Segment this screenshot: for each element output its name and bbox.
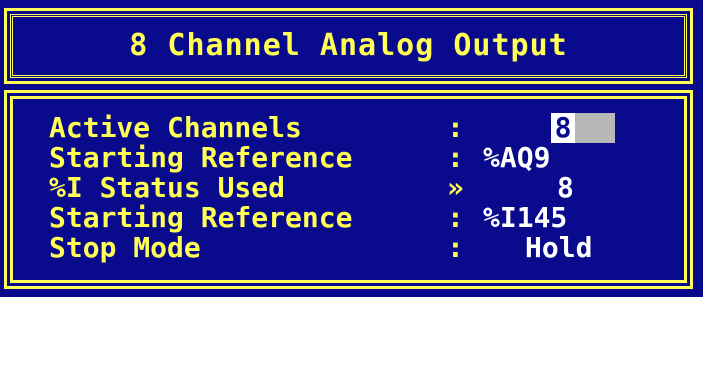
field-label: %I Status Used — [49, 171, 286, 204]
field-separator: : — [447, 231, 464, 264]
field-separator: : — [447, 201, 464, 234]
field-i-status-used[interactable]: %I Status Used » 8 — [49, 173, 574, 203]
field-label: Stop Mode — [49, 231, 201, 264]
field-label: Active Channels — [49, 111, 302, 144]
field-stop-mode[interactable]: Stop Mode : Hold — [49, 233, 592, 263]
field-starting-reference-aq[interactable]: Starting Reference : %AQ9 — [49, 143, 550, 173]
config-panel: Active Channels : 8 Starting Reference :… — [4, 90, 693, 289]
active-channels-value[interactable]: 8 — [551, 113, 575, 143]
starting-reference-i-value[interactable]: %I145 — [483, 203, 567, 233]
field-active-channels: Active Channels : 8 — [49, 113, 615, 143]
field-label: Starting Reference — [49, 141, 353, 174]
stop-mode-value[interactable]: Hold — [525, 233, 592, 263]
page-title: 8 Channel Analog Output — [129, 28, 568, 63]
field-starting-reference-i[interactable]: Starting Reference : %I145 — [49, 203, 567, 233]
i-status-used-value[interactable]: 8 — [557, 173, 574, 203]
field-separator: : — [447, 111, 464, 144]
active-channels-input[interactable]: 8 — [551, 113, 615, 143]
field-label: Starting Reference — [49, 201, 353, 234]
field-separator: » — [447, 171, 464, 204]
field-separator: : — [447, 141, 464, 174]
title-panel: 8 Channel Analog Output — [4, 8, 693, 84]
config-screen: 8 Channel Analog Output Active Channels … — [0, 0, 703, 297]
starting-reference-aq-value[interactable]: %AQ9 — [483, 143, 550, 173]
